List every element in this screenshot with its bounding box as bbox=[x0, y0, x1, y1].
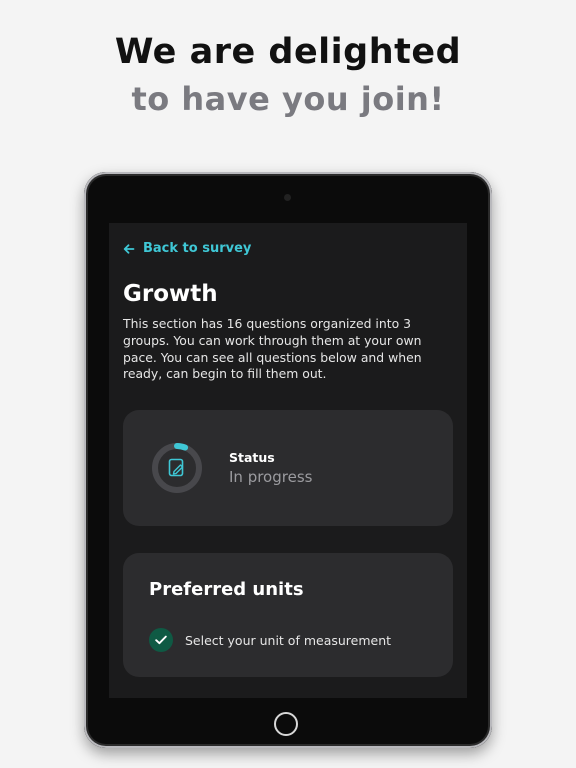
promo-headline: We are delighted bbox=[114, 32, 462, 72]
units-title: Preferred units bbox=[149, 579, 304, 600]
status-progress-ring bbox=[149, 440, 205, 496]
unit-of-measurement-option[interactable]: Select your unit of measurement bbox=[149, 628, 391, 652]
back-link-label: Back to survey bbox=[143, 241, 252, 256]
document-edit-icon bbox=[168, 458, 184, 477]
unit-option-label: Select your unit of measurement bbox=[185, 632, 392, 648]
camera-dot bbox=[284, 194, 291, 201]
checkmark-icon[interactable] bbox=[149, 628, 173, 652]
arrow-left-icon bbox=[123, 243, 135, 255]
preferred-units-card: Preferred units Select your unit of meas… bbox=[123, 553, 453, 677]
app-screen: Back to survey Growth This section has 1… bbox=[109, 223, 467, 698]
page-title: Growth bbox=[123, 281, 218, 307]
status-card: Status In progress bbox=[123, 410, 453, 526]
back-to-survey-link[interactable]: Back to survey bbox=[123, 241, 251, 256]
promo-subheadline: to have you join! bbox=[131, 80, 445, 118]
section-description: This section has 16 questions organized … bbox=[123, 316, 422, 382]
tablet-frame: Back to survey Growth This section has 1… bbox=[84, 172, 492, 748]
home-button[interactable] bbox=[274, 712, 298, 736]
status-label: Status bbox=[229, 450, 275, 465]
status-value: In progress bbox=[229, 468, 313, 486]
